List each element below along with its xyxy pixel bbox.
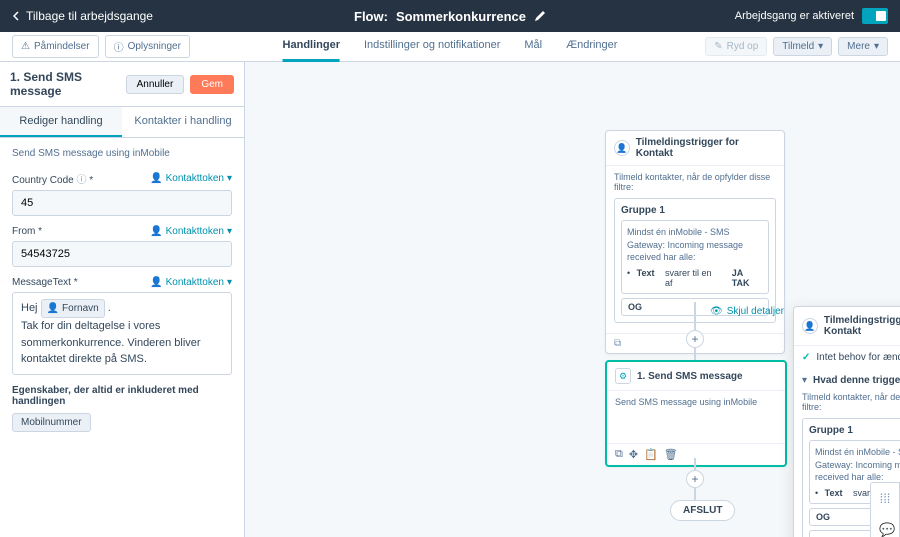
copy-icon[interactable]: 📋 xyxy=(644,448,658,461)
save-button[interactable]: Gem xyxy=(190,75,234,94)
user-icon: 👤 xyxy=(150,226,162,237)
contact-token-link[interactable]: 👤Kontakttoken▾ xyxy=(150,173,232,184)
add-step-button[interactable]: + xyxy=(686,330,704,348)
contact-trigger-icon: 👤 xyxy=(614,140,630,156)
view-dropdown[interactable]: Tilmeld▾ xyxy=(773,37,832,56)
action-title: 1. Send SMS message xyxy=(637,371,743,382)
hide-details-link[interactable]: 👁Skjul detaljer xyxy=(710,306,784,317)
add-step-button[interactable]: + xyxy=(686,470,704,488)
grid-icon[interactable]: ⁞⁞⁞ xyxy=(871,483,899,514)
chevron-down-icon: ▾ xyxy=(802,375,807,386)
trigger-title: Tilmeldingstrigger for Kontakt xyxy=(636,137,776,159)
group-title: Gruppe 1 xyxy=(621,205,769,216)
eye-icon: 👁 xyxy=(710,306,723,317)
contact-token-link[interactable]: 👤Kontakttoken▾ xyxy=(150,226,232,237)
filter-condition: • Text svarer til en af JA TAK xyxy=(627,268,763,288)
help-icon[interactable]: ⓘ xyxy=(76,175,86,186)
main-tabs: Handlinger Indstillinger og notifikation… xyxy=(283,31,618,62)
chevron-down-icon: ▾ xyxy=(818,41,823,52)
toolbar: ⚠Påmindelser ⓘOplysninger Handlinger Ind… xyxy=(0,32,900,62)
chevron-left-icon xyxy=(12,11,20,21)
chevron-down-icon: ▾ xyxy=(227,277,232,288)
country-code-input[interactable] xyxy=(12,190,232,216)
edit-icon[interactable] xyxy=(534,10,546,22)
top-bar: Tilbage til arbejdsgange Flow: Sommerkon… xyxy=(0,0,900,32)
tab-actions[interactable]: Handlinger xyxy=(283,31,340,62)
tab-edit-action[interactable]: Rediger handling xyxy=(0,107,122,137)
tab-settings[interactable]: Indstillinger og notifikationer xyxy=(364,31,500,62)
trigger-subtitle: Tilmeld kontakter, når de opfylder disse… xyxy=(614,172,776,192)
filter-intro: Mindst én inMobile - SMS Gateway: Incomi… xyxy=(627,226,763,264)
check-icon: ✓ xyxy=(802,352,810,363)
info-chip[interactable]: ⓘOplysninger xyxy=(105,35,190,58)
what-does-row[interactable]: ▾Hvad denne trigger gør xyxy=(794,369,900,392)
chevron-down-icon: ▾ xyxy=(227,226,232,237)
contact-trigger-icon: 👤 xyxy=(802,318,818,334)
message-label: MessageText * xyxy=(12,277,78,288)
user-icon: 👤 xyxy=(150,173,162,184)
more-dropdown[interactable]: Mere▾ xyxy=(838,37,888,56)
action-description: Send SMS message using inMobile xyxy=(12,148,232,159)
always-included-label: Egenskaber, der altid er inkluderet med … xyxy=(12,385,232,407)
back-label: Tilbage til arbejdsgange xyxy=(26,9,153,23)
from-label: From * xyxy=(12,226,42,237)
cancel-button[interactable]: Annuller xyxy=(126,75,185,94)
side-tools: ⁞⁞⁞ 💬 xyxy=(870,482,900,537)
sidebar: 1. Send SMS message Annuller Gem Rediger… xyxy=(0,62,245,537)
tab-contacts-in-action[interactable]: Kontakter i handling xyxy=(122,107,244,137)
cleanup-button[interactable]: ✎Ryd op xyxy=(705,37,767,56)
top-right: Arbejdsgang er aktiveret xyxy=(735,8,888,24)
action-desc: Send SMS message using inMobile xyxy=(615,397,777,407)
clone-icon[interactable]: ⧉ xyxy=(614,338,621,349)
connector-line xyxy=(694,348,696,360)
country-code-label: Country Code ⓘ * xyxy=(12,171,93,186)
firstname-token[interactable]: 👤Fornavn xyxy=(41,299,105,318)
chat-icon[interactable]: 💬 xyxy=(871,514,899,537)
status-label: Arbejdsgang er aktiveret xyxy=(735,10,854,22)
popover-title: Tilmeldingstrigger for Kontakt xyxy=(824,315,900,337)
no-changes-row: ✓Intet behov for ændringer xyxy=(794,346,900,369)
user-icon: 👤 xyxy=(47,301,59,316)
end-node: AFSLUT xyxy=(670,500,735,521)
back-link[interactable]: Tilbage til arbejdsgange xyxy=(12,9,153,23)
info-icon: ⓘ xyxy=(114,39,124,54)
connector-line xyxy=(694,302,696,330)
clone-icon[interactable]: ⧉ xyxy=(615,448,623,461)
page-title: Flow: Sommerkonkurrence xyxy=(354,9,546,24)
canvas: 👤 Tilmeldingstrigger for Kontakt Tilmeld… xyxy=(245,62,900,537)
chevron-down-icon: ▾ xyxy=(874,41,879,52)
tab-goals[interactable]: Mål xyxy=(524,31,542,62)
mobile-prop-pill: Mobilnummer xyxy=(12,413,91,432)
action-node[interactable]: ⚙ 1. Send SMS message Send SMS message u… xyxy=(605,360,787,467)
message-textarea[interactable]: Hej 👤Fornavn . Tak for din deltagelse i … xyxy=(12,292,232,375)
action-icon: ⚙ xyxy=(615,368,631,384)
delete-icon[interactable]: 🗑 xyxy=(664,448,678,461)
chevron-down-icon: ▾ xyxy=(227,173,232,184)
wand-icon: ✎ xyxy=(714,41,722,52)
connector-line xyxy=(694,458,696,470)
sidebar-title: 1. Send SMS message xyxy=(10,70,126,98)
reminders-chip[interactable]: ⚠Påmindelser xyxy=(12,35,99,58)
tab-changes[interactable]: Ændringer xyxy=(566,31,617,62)
contact-token-link[interactable]: 👤Kontakttoken▾ xyxy=(150,277,232,288)
warning-icon: ⚠ xyxy=(21,41,30,52)
workflow-toggle[interactable] xyxy=(862,8,888,24)
user-icon: 👤 xyxy=(150,277,162,288)
from-input[interactable] xyxy=(12,241,232,267)
move-icon[interactable]: ✥ xyxy=(629,448,638,461)
toggle-knob xyxy=(876,11,886,21)
connector-line xyxy=(694,488,696,500)
